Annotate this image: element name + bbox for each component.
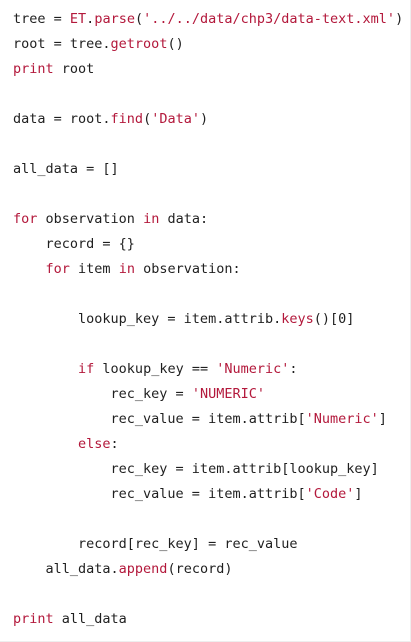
code-line: rec_value = item.attrib['Numeric'] — [13, 407, 403, 432]
code-line: root = tree.getroot() — [13, 32, 403, 57]
code-token-keyword: in — [118, 261, 135, 277]
code-token-plain: rec_value = item.attrib[ — [13, 411, 306, 427]
code-token-plain: ( — [143, 111, 152, 127]
code-token-plain: root — [53, 61, 95, 77]
code-token-plain: root = tree. — [13, 36, 111, 52]
code-token-plain: data = root. — [13, 111, 111, 127]
code-line: print all_data — [13, 607, 403, 632]
code-token-plain: rec_key = — [13, 386, 192, 402]
code-token-keyword: for — [13, 211, 38, 227]
code-token-keyword: print — [13, 611, 54, 627]
code-token-plain: record[rec_key] = rec_value — [13, 536, 298, 552]
code-token-plain: item — [69, 261, 119, 277]
code-token-string: '../../data/chp3/data-text.xml' — [143, 11, 396, 27]
code-token-plain: record = {} — [13, 236, 135, 252]
code-token-call: parse — [94, 11, 135, 27]
code-token-plain: all_data. — [13, 561, 119, 577]
code-token-plain: ) — [199, 111, 209, 127]
code-token-plain: all_data — [53, 611, 127, 627]
code-viewer: tree = ET.parse('../../data/chp3/data-te… — [0, 0, 411, 642]
code-line: all_data = [] — [13, 157, 403, 182]
code-line: tree = ET.parse('../../data/chp3/data-te… — [13, 7, 403, 32]
code-token-keyword: else — [78, 436, 111, 452]
code-token-plain: data: — [159, 211, 209, 227]
code-line: for observation in data: — [13, 207, 403, 232]
blank-code-line — [13, 332, 403, 357]
code-token-plain: (record) — [167, 561, 233, 577]
code-token-plain: : — [110, 436, 119, 452]
code-line: all_data.append(record) — [13, 557, 403, 582]
code-token-plain: observation: — [134, 261, 241, 277]
code-token-plain: ( — [134, 11, 144, 27]
code-token-plain: all_data = [] — [13, 161, 119, 177]
code-token-string: 'Data' — [151, 111, 200, 127]
code-token-plain: lookup_key == — [94, 361, 217, 377]
code-line: for item in observation: — [13, 257, 403, 282]
code-token-call: append — [118, 561, 168, 577]
code-token-plain: ()[0] — [313, 311, 355, 327]
code-token-call: keys — [281, 311, 314, 327]
blank-code-line — [13, 507, 403, 532]
code-token-string: 'Numeric' — [216, 361, 290, 377]
code-token-string: 'Code' — [305, 486, 355, 502]
code-token-keyword: print — [13, 61, 54, 77]
code-token-plain: ] — [378, 411, 387, 427]
code-block[interactable]: tree = ET.parse('../../data/chp3/data-te… — [13, 7, 403, 632]
code-line: rec_key = 'NUMERIC' — [13, 382, 403, 407]
code-token-string: 'NUMERIC' — [191, 386, 265, 402]
code-line: rec_value = item.attrib['Code'] — [13, 482, 403, 507]
blank-code-line — [13, 582, 403, 607]
code-token-plain: ] — [354, 486, 363, 502]
code-token-plain: : — [289, 361, 298, 377]
code-token-plain: () — [167, 36, 184, 52]
code-line: lookup_key = item.attrib.keys()[0] — [13, 307, 403, 332]
code-token-plain: tree = — [13, 11, 70, 27]
code-token-string: 'Numeric' — [305, 411, 379, 427]
code-line: rec_key = item.attrib[lookup_key] — [13, 457, 403, 482]
code-line: record[rec_key] = rec_value — [13, 532, 403, 557]
code-token-call: getroot — [110, 36, 168, 52]
blank-code-line — [13, 182, 403, 207]
code-token-plain: observation — [37, 211, 144, 227]
code-token-keyword: in — [143, 211, 160, 227]
blank-code-line — [13, 82, 403, 107]
code-line: data = root.find('Data') — [13, 107, 403, 132]
blank-code-line — [13, 132, 403, 157]
code-line: else: — [13, 432, 403, 457]
code-line: record = {} — [13, 232, 403, 257]
code-token-plain: ) — [395, 11, 404, 27]
code-token-call: find — [110, 111, 144, 127]
code-line: print root — [13, 57, 403, 82]
code-token-keyword: for — [45, 261, 70, 277]
blank-code-line — [13, 282, 403, 307]
code-token-call: ET — [69, 11, 87, 27]
code-token-keyword: if — [78, 361, 95, 377]
code-token-plain: rec_value = item.attrib[ — [13, 486, 306, 502]
code-token-plain: lookup_key = item.attrib. — [13, 311, 282, 327]
code-token-plain: rec_key = item.attrib[lookup_key] — [13, 461, 379, 477]
code-line: if lookup_key == 'Numeric': — [13, 357, 403, 382]
